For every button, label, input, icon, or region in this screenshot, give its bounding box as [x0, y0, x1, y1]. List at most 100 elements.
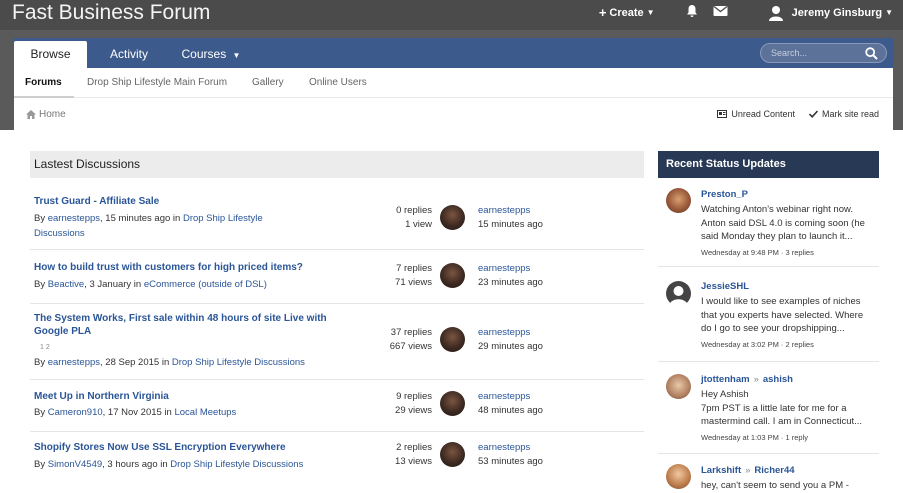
status-line: hey, can't seem to send you a PM - — [701, 480, 849, 491]
arrow-right-icon: » — [745, 465, 751, 476]
by-label: By — [34, 357, 48, 368]
status-avatar[interactable] — [666, 374, 691, 399]
topic-last-post: earnestepps 15 minutes ago — [478, 204, 543, 232]
user-menu[interactable]: Jeremy Ginsburg ▼ — [768, 5, 893, 21]
topic-replies: 0 replies — [396, 205, 432, 216]
topic-stats: 9 replies 29 views — [384, 390, 432, 418]
header-actions: + Create ▼ Jeremy Ginsburg ▼ — [599, 4, 893, 21]
topic-forum[interactable]: Drop Ship Lifestyle Discussions — [170, 459, 303, 470]
status-author[interactable]: Preston_P — [701, 189, 748, 200]
last-poster-name[interactable]: earnestepps — [478, 262, 543, 276]
status-text: Watching Anton's webinar right now. Anto… — [701, 203, 876, 244]
status-avatar[interactable] — [666, 281, 691, 306]
topic-forum-cont[interactable]: Discussions — [34, 228, 85, 239]
tab-activity[interactable]: Activity — [99, 41, 159, 68]
status-meta[interactable]: Wednesday at 9:48 PM · 3 replies — [701, 248, 814, 257]
topic-forum[interactable]: Drop Ship Lifestyle — [183, 213, 263, 224]
status-meta[interactable]: Wednesday at 1:03 PM · 1 reply — [701, 433, 808, 442]
home-icon — [26, 110, 36, 119]
status-item: Preston_P Watching Anton's webinar right… — [658, 180, 879, 267]
last-poster-name[interactable]: earnestepps — [478, 204, 543, 218]
last-post-time: 53 minutes ago — [478, 456, 543, 467]
active-subnav-indicator — [14, 96, 74, 98]
topic-meta: By Beactive, 3 January in eCommerce (out… — [34, 277, 267, 292]
topic-title[interactable]: Meet Up in Northern Virginia — [34, 390, 169, 403]
topic-views: 29 views — [395, 405, 432, 416]
tab-courses[interactable]: Courses ▼ — [177, 41, 245, 68]
last-poster-avatar[interactable] — [440, 263, 465, 288]
topic-when: , 28 Sep 2015 in — [100, 357, 172, 368]
site-title[interactable]: Fast Business Forum — [12, 0, 210, 26]
last-post-time: 48 minutes ago — [478, 405, 543, 416]
topic-when: , 15 minutes ago in — [100, 213, 183, 224]
status-avatar[interactable] — [666, 464, 691, 489]
plus-icon: + — [598, 5, 607, 20]
status-item: Larkshift » Richer44 hey, can't seem to se… — [658, 454, 879, 492]
last-poster-avatar[interactable] — [440, 442, 465, 467]
last-poster-avatar[interactable] — [440, 205, 465, 230]
status-recipient[interactable]: Richer44 — [754, 465, 794, 476]
topic-title[interactable]: Trust Guard - Affiliate Sale — [34, 195, 159, 208]
status-item: jtottenham» ashish Hey Ashish 7pm PST is … — [658, 362, 879, 454]
topic-forum[interactable]: Drop Ship Lifestyle Discussions — [172, 357, 305, 368]
topic-title[interactable]: Shopify Stores Now Use SSL Encryption Ev… — [34, 441, 286, 454]
status-author[interactable]: JessieSHL — [701, 281, 749, 292]
create-button[interactable]: + Create ▼ — [599, 5, 655, 20]
breadcrumb-actions: Unread Content Mark site read — [703, 109, 879, 119]
last-poster-name[interactable]: earnestepps — [478, 390, 543, 404]
topic-last-post: earnestepps 23 minutes ago — [478, 262, 543, 290]
topic-replies: 2 replies — [396, 442, 432, 453]
topic-stats: 0 replies 1 view — [384, 204, 432, 232]
status-text: hey, can't seem to send you a PM - — [701, 479, 876, 493]
search-icon[interactable] — [865, 47, 878, 60]
create-label: Create — [609, 6, 644, 19]
main-nav: Browse Activity Courses ▼ Search... — [14, 38, 893, 68]
topic-author[interactable]: earnestepps — [48, 357, 100, 368]
last-poster-name[interactable]: earnestepps — [478, 326, 543, 340]
status-line: that you experts have selected. Where — [701, 309, 864, 321]
breadcrumb: Home — [26, 109, 66, 120]
topic-replies: 9 replies — [396, 391, 432, 402]
unread-content-label: Unread Content — [731, 109, 795, 119]
subnav-main-forum[interactable]: Drop Ship Lifestyle Main Forum — [87, 77, 227, 88]
topic-author[interactable]: Cameron910 — [48, 407, 103, 418]
tab-courses-label: Courses — [181, 47, 227, 61]
last-poster-avatar[interactable] — [440, 327, 465, 352]
topic-views: 13 views — [395, 456, 432, 467]
topic-author[interactable]: Beactive — [48, 279, 84, 290]
last-post-time: 29 minutes ago — [478, 341, 543, 352]
topic-author[interactable]: SimonV4549 — [48, 459, 102, 470]
default-avatar-icon — [669, 286, 688, 306]
topic-pagination[interactable]: 1 2 — [40, 344, 50, 351]
topic-row: How to build trust with customers for hi… — [30, 250, 644, 304]
topic-when: , 3 hours ago in — [102, 459, 171, 470]
topic-forum[interactable]: Local Meetups — [174, 407, 236, 418]
unread-content-link[interactable]: Unread Content — [717, 109, 795, 119]
topic-author[interactable]: earnestepps — [48, 213, 100, 224]
topic-title[interactable]: How to build trust with customers for hi… — [34, 261, 303, 274]
breadcrumb-home[interactable]: Home — [39, 109, 66, 120]
topic-title[interactable]: The System Works, First sale within 48 h… — [34, 312, 327, 338]
topic-meta: By SimonV4549, 3 hours ago in Drop Ship … — [34, 457, 303, 472]
user-avatar-icon — [768, 5, 783, 21]
envelope-icon[interactable] — [713, 5, 728, 20]
breadcrumb-bar: Home Unread Content Mark site read — [14, 100, 893, 130]
by-label: By — [34, 213, 48, 224]
subnav-forums[interactable]: Forums — [25, 77, 62, 88]
search-input[interactable]: Search... — [760, 43, 887, 63]
topic-forum[interactable]: eCommerce (outside of DSL) — [144, 279, 267, 290]
status-author-name[interactable]: jtottenham — [701, 374, 750, 385]
bell-icon[interactable] — [685, 4, 699, 21]
by-label: By — [34, 407, 48, 418]
subnav-gallery[interactable]: Gallery — [252, 77, 284, 88]
status-recipient[interactable]: ashish — [763, 374, 793, 385]
status-avatar[interactable] — [666, 188, 691, 213]
mark-site-read-link[interactable]: Mark site read — [808, 109, 879, 119]
last-poster-avatar[interactable] — [440, 391, 465, 416]
last-poster-name[interactable]: earnestepps — [478, 441, 543, 455]
tab-browse[interactable]: Browse — [14, 41, 87, 68]
topic-views: 667 views — [389, 341, 432, 352]
subnav-online-users[interactable]: Online Users — [309, 77, 367, 88]
status-meta[interactable]: Wednesday at 3:02 PM · 2 replies — [701, 340, 814, 349]
status-author-name[interactable]: Larkshift — [701, 465, 741, 476]
